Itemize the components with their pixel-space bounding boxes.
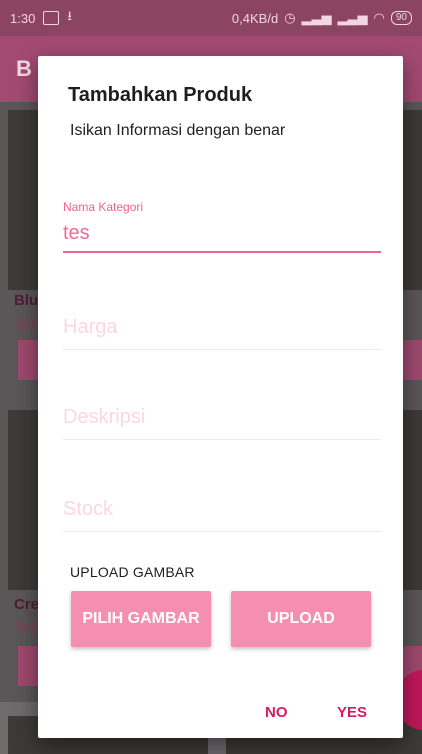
description-input[interactable]: Deskripsi xyxy=(63,406,381,429)
no-button[interactable]: NO xyxy=(265,704,288,721)
network-speed: 0,4KB/d xyxy=(231,10,279,26)
category-name-field[interactable]: Nama Kategori tes xyxy=(63,200,381,253)
product-image[interactable] xyxy=(403,410,422,590)
gallery-icon xyxy=(43,11,60,25)
alarm-icon: ◷ xyxy=(284,10,296,25)
category-name-input[interactable]: tes xyxy=(63,222,381,245)
add-product-dialog: Tambahkan Produk Isikan Informasi dengan… xyxy=(38,56,403,738)
category-name-label: Nama Kategori xyxy=(63,200,144,214)
field-underline xyxy=(63,439,381,440)
product-title: Blu xyxy=(14,292,39,309)
product-image[interactable] xyxy=(8,110,38,290)
product-button[interactable] xyxy=(18,340,38,380)
stock-input[interactable]: Stock xyxy=(63,498,381,521)
status-time: 1:30 xyxy=(10,10,36,26)
stock-field[interactable]: Stock xyxy=(63,498,381,532)
wifi-icon: ◠ xyxy=(373,10,385,25)
status-bar: 1:30 ⭳ 0,4KB/d ◷ ▂▃▅ ▂▃▅ ◠ 90 xyxy=(0,0,422,36)
upload-button[interactable]: UPLOAD xyxy=(231,591,371,647)
choose-image-button[interactable]: PILIH GAMBAR xyxy=(71,591,211,647)
upload-image-label: UPLOAD GAMBAR xyxy=(70,564,195,580)
dialog-title: Tambahkan Produk xyxy=(68,84,253,106)
signal-icon: ▂▃▅ xyxy=(337,10,368,25)
description-field[interactable]: Deskripsi xyxy=(63,406,381,440)
yes-button[interactable]: YES xyxy=(337,704,367,721)
product-button[interactable] xyxy=(403,340,422,380)
field-underline xyxy=(63,251,381,253)
price-field[interactable]: Harga xyxy=(63,316,381,350)
product-button[interactable] xyxy=(18,646,38,686)
field-underline xyxy=(63,349,381,350)
battery-icon: 90 xyxy=(390,11,412,25)
download-icon: ⭳ xyxy=(67,8,72,23)
product-price: Rp8 xyxy=(14,316,38,331)
status-left: 1:30 ⭳ xyxy=(10,7,72,29)
product-title: Cre xyxy=(14,596,40,613)
dialog-subtitle: Isikan Informasi dengan benar xyxy=(70,122,286,139)
product-price: Rp6 xyxy=(14,618,38,633)
field-underline xyxy=(63,531,381,532)
product-image[interactable] xyxy=(8,410,38,590)
price-input[interactable]: Harga xyxy=(63,316,381,339)
status-right: 0,4KB/d ◷ ▂▃▅ ▂▃▅ ◠ 90 xyxy=(232,10,412,26)
product-image[interactable] xyxy=(403,110,422,290)
app-title: B xyxy=(16,56,32,81)
signal-icon: ▂▃▅ xyxy=(301,10,332,25)
